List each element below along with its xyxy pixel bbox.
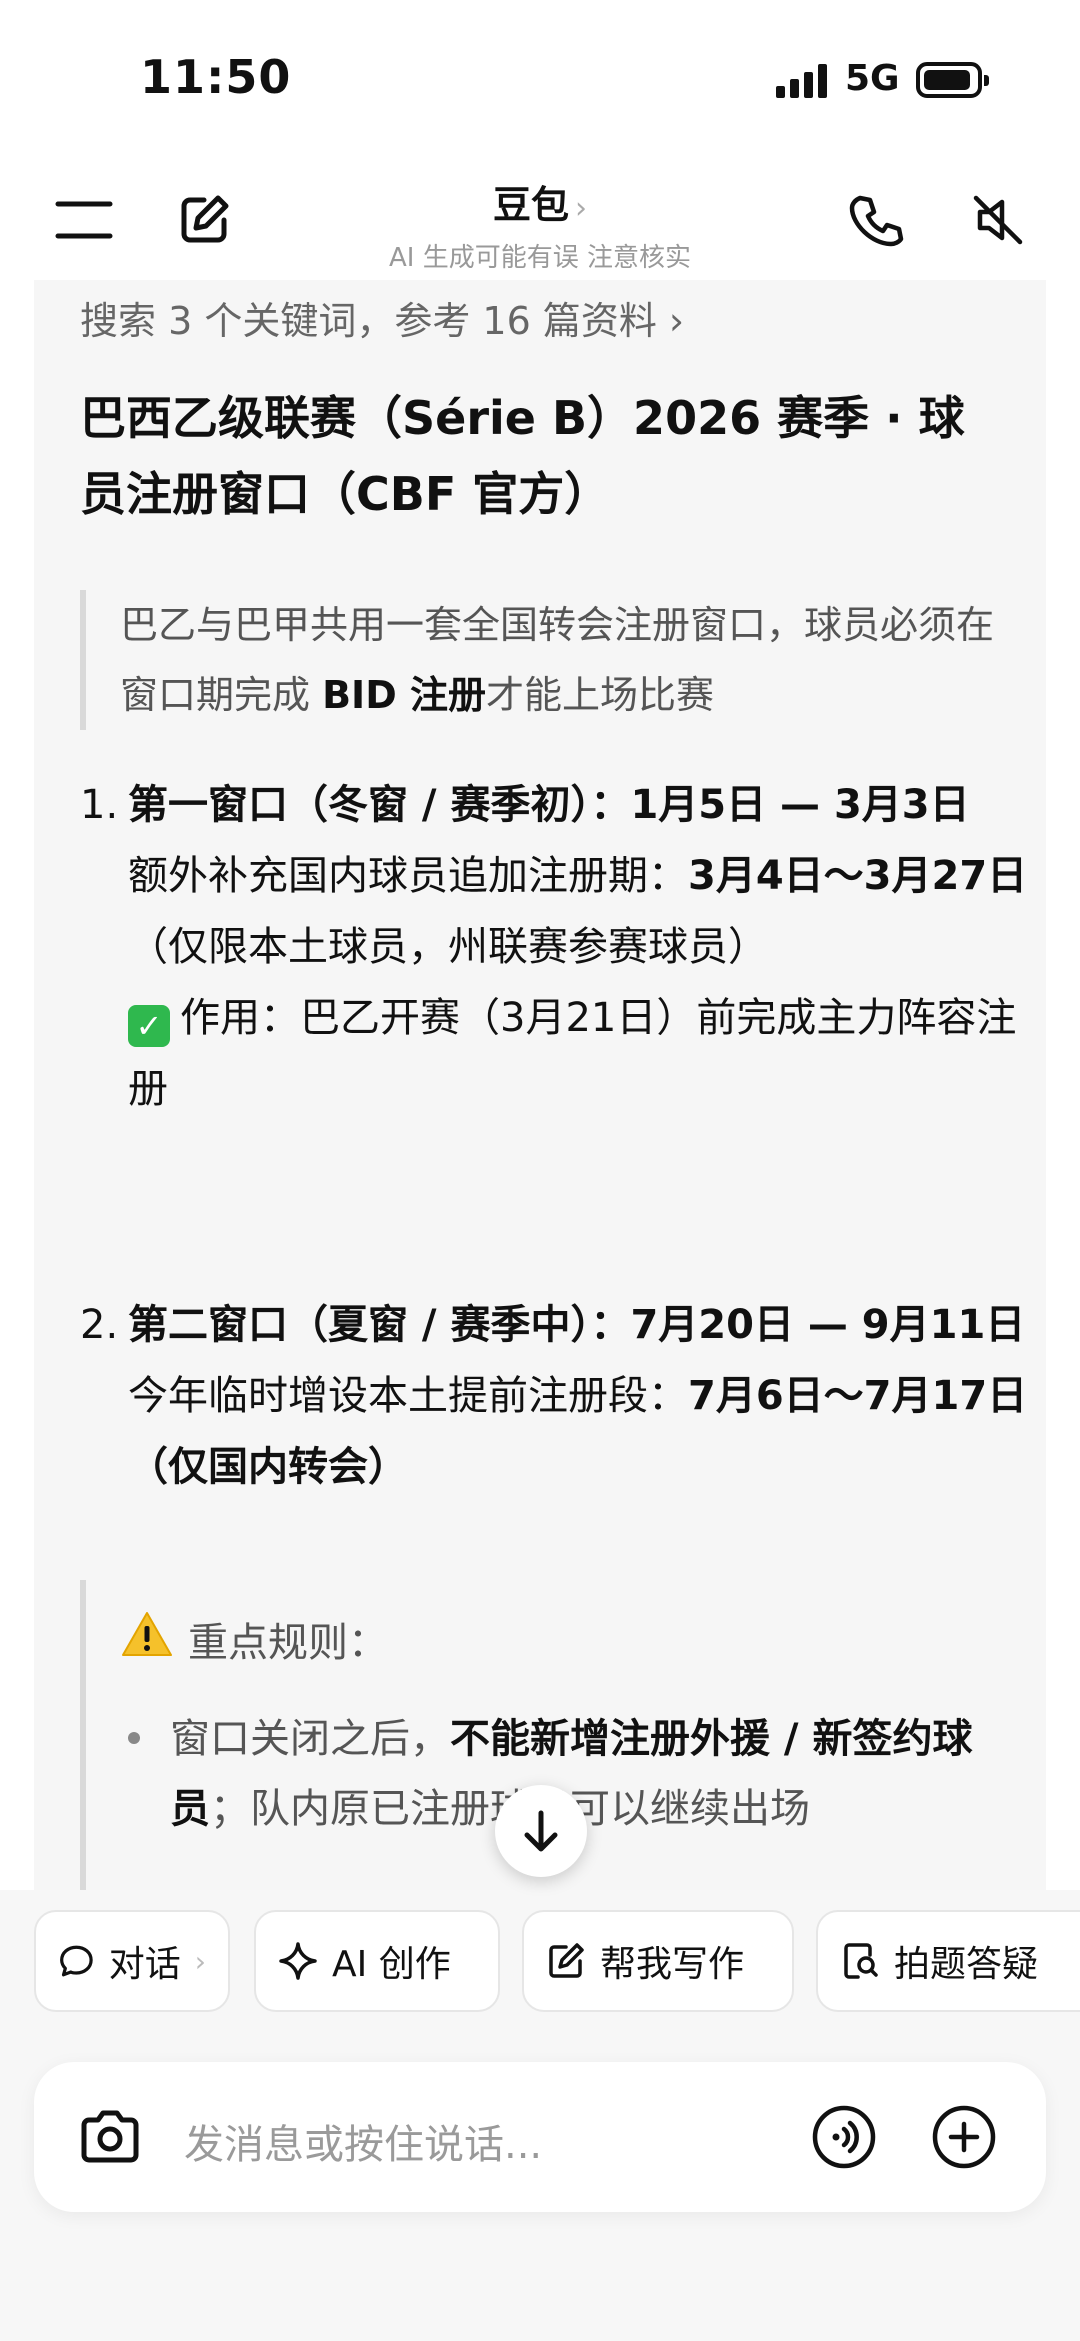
quote-tail-text: 才能上场比赛	[485, 673, 714, 717]
ai-disclaimer: AI 生成可能有误 注意核实	[389, 243, 691, 273]
phone-call-icon[interactable]	[836, 180, 916, 260]
bullet-text: 窗口关闭之后，	[170, 1716, 450, 1762]
quote-bold-text: BID 注册	[322, 673, 486, 717]
app-title: 豆包	[492, 183, 569, 227]
bottom-panel: 对话 › AI 创作 帮我写作 拍题答疑 发消息或按住说话...	[0, 1890, 1080, 2341]
battery-icon	[916, 62, 989, 98]
chevron-right-icon: ›	[194, 1944, 206, 1978]
camera-icon[interactable]	[70, 2097, 150, 2177]
chevron-right-icon: ›	[575, 191, 587, 226]
window-2-extra-label: 今年临时增设本土提前注册段：	[128, 1373, 688, 1419]
network-type: 5G	[845, 58, 900, 99]
chip-label: 对话	[108, 1944, 181, 1985]
window-1-title: 第一窗口（冬窗 / 赛季初）：1月5日 — 3月3日	[128, 782, 970, 828]
window-1-purpose: 作用：巴乙开赛（3月21日）前完成主力阵容注册	[128, 995, 1017, 1112]
edit-icon	[549, 1943, 584, 1978]
check-mark-icon: ✓	[128, 1005, 170, 1047]
rules-title: 重点规则：	[188, 1620, 388, 1666]
scroll-to-bottom-button[interactable]	[495, 1785, 587, 1877]
chip-photo-question[interactable]: 拍题答疑	[816, 1910, 1080, 2012]
list-number: 1.	[80, 782, 119, 828]
list-number: 2.	[80, 1302, 119, 1348]
chat-header: 豆包 › AI 生成可能有误 注意核实	[0, 160, 1080, 280]
speaker-mute-icon[interactable]	[958, 180, 1038, 260]
sparkle-icon	[279, 1942, 317, 1980]
quote-block: 巴乙与巴甲共用一套全国转会注册窗口，球员必须在窗口期完成 BID 注册才能上场比…	[80, 590, 1010, 730]
list-item-window-1: 1. 第一窗口（冬窗 / 赛季初）：1月5日 — 3月3日 额外补充国内球员追加…	[80, 770, 1030, 1125]
chip-write[interactable]: 帮我写作	[522, 1910, 794, 2012]
arrow-down-icon	[524, 1810, 558, 1852]
chip-chat[interactable]: 对话 ›	[34, 1910, 230, 2012]
status-time: 11:50	[140, 50, 292, 104]
search-summary-link[interactable]: 搜索 3 个关键词，参考 16 篇资料 ›	[80, 290, 684, 345]
menu-icon[interactable]	[44, 180, 124, 260]
status-bar: 11:50 5G	[0, 0, 1080, 160]
voice-input-icon[interactable]	[804, 2097, 884, 2177]
window-1-extra-dates: 3月4日～3月27日	[688, 853, 1028, 899]
window-1-extra-note: （仅限本土球员，州联赛参赛球员）	[128, 924, 768, 970]
window-1-extra-label: 额外补充国内球员追加注册期：	[128, 853, 688, 899]
chat-message-area[interactable]: 搜索 3 个关键词，参考 16 篇资料 › 巴西乙级联赛（Série B）202…	[34, 280, 1046, 1890]
answer-heading: 巴西乙级联赛（Série B）2026 赛季 · 球员注册窗口（CBF 官方）	[80, 391, 965, 521]
message-input[interactable]: 发消息或按住说话...	[184, 2112, 542, 2170]
window-2-title: 第二窗口（夏窗 / 赛季中）：7月20日 — 9月11日	[128, 1302, 1026, 1348]
header-title-group[interactable]: 豆包 › AI 生成可能有误 注意核实	[290, 174, 790, 274]
new-chat-icon[interactable]	[164, 180, 244, 260]
chip-label: 拍题答疑	[894, 1944, 1039, 1985]
message-input-bar: 发消息或按住说话...	[34, 2062, 1046, 2212]
chip-ai-create[interactable]: AI 创作	[254, 1910, 500, 2012]
quick-action-chips: 对话 › AI 创作 帮我写作 拍题答疑	[34, 1910, 1080, 2020]
chip-label: AI 创作	[332, 1944, 451, 1985]
add-icon[interactable]	[924, 2097, 1004, 2177]
chat-bubble-icon	[60, 1945, 93, 1977]
list-item-window-2: 2. 第二窗口（夏窗 / 赛季中）：7月20日 — 9月11日 今年临时增设本土…	[80, 1290, 1030, 1503]
scan-doc-icon	[844, 1943, 878, 1979]
chip-label: 帮我写作	[600, 1944, 745, 1985]
warning-icon	[120, 1610, 174, 1668]
signal-icon	[776, 64, 828, 98]
